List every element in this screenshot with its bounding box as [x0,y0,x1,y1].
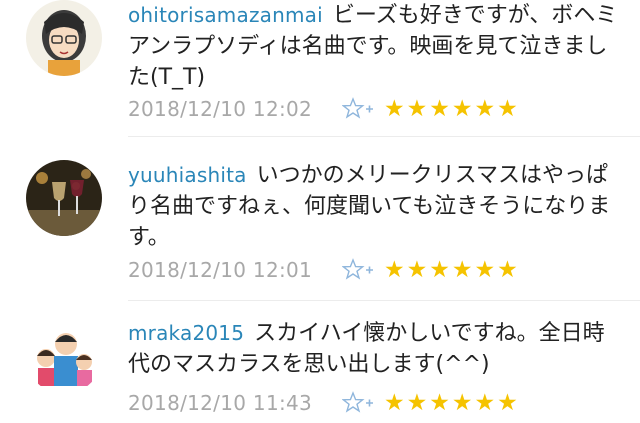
comment-username[interactable]: ohitorisamazanmai [128,3,323,27]
divider [128,136,640,137]
star-rating: ★★★★★★ [384,390,520,416]
star-plus-icon[interactable] [342,258,374,282]
star-plus-icon[interactable] [342,391,374,415]
comment-meta: 2018/12/10 12:02 ★★★★★★ [128,96,520,122]
comment-username[interactable]: mraka2015 [128,321,244,345]
comment-meta: 2018/12/10 12:01 ★★★★★★ [128,257,520,283]
divider [128,300,640,301]
comment-text-block: mraka2015 スカイハイ懐かしいですね。全日時代のマスカラスを思い出します(… [128,318,624,380]
comment-meta: 2018/12/10 11:43 ★★★★★★ [128,390,520,416]
comment-username[interactable]: yuuhiashita [128,163,247,187]
comment-timestamp[interactable]: 2018/12/10 11:43 [128,391,342,415]
star-rating: ★★★★★★ [384,257,520,283]
comment-timestamp[interactable]: 2018/12/10 12:01 [128,258,342,282]
star-plus-icon[interactable] [342,97,374,121]
avatar[interactable] [26,318,102,394]
star-rating: ★★★★★★ [384,96,520,122]
comment-timestamp[interactable]: 2018/12/10 12:02 [128,97,342,121]
avatar[interactable] [26,160,102,236]
comment-text-block: ohitorisamazanmai ビーズも好きですが、ボヘミアンラプソディは名曲… [128,0,624,93]
avatar[interactable] [26,0,102,76]
comment-text-block: yuuhiashita いつかのメリークリスマスはやっぱり名曲ですねぇ、何度聞いて… [128,160,624,253]
